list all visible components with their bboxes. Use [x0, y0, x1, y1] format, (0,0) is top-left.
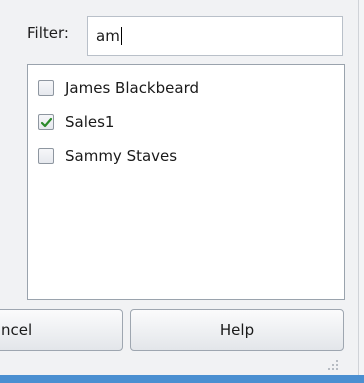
checkmark-icon — [40, 117, 53, 128]
help-button-label: Help — [219, 321, 255, 339]
list-item[interactable]: Sammy Staves — [28, 139, 344, 173]
help-button[interactable]: Help — [130, 309, 344, 351]
filter-input-value: am — [96, 27, 120, 45]
filter-dialog-panel: Filter: am James Blackbeard Sales1 Sammy… — [0, 0, 359, 383]
list-item[interactable]: Sales1 — [28, 105, 344, 139]
list-item-label: Sammy Staves — [65, 147, 178, 165]
checkbox-unchecked[interactable] — [38, 148, 54, 164]
list-item-label: James Blackbeard — [65, 79, 199, 97]
filter-label: Filter: — [27, 24, 69, 42]
window-border — [0, 375, 364, 383]
cancel-button[interactable]: ncel — [0, 309, 123, 351]
list-item-label: Sales1 — [65, 113, 115, 131]
checkbox-unchecked[interactable] — [38, 80, 54, 96]
resize-grip-icon[interactable] — [326, 358, 338, 370]
text-caret — [120, 27, 122, 45]
filter-input[interactable]: am — [87, 16, 343, 56]
checkbox-checked[interactable] — [38, 114, 54, 130]
list-item[interactable]: James Blackbeard — [28, 71, 344, 105]
user-checklist[interactable]: James Blackbeard Sales1 Sammy Staves — [27, 64, 345, 300]
cancel-button-label: ncel — [1, 321, 33, 339]
